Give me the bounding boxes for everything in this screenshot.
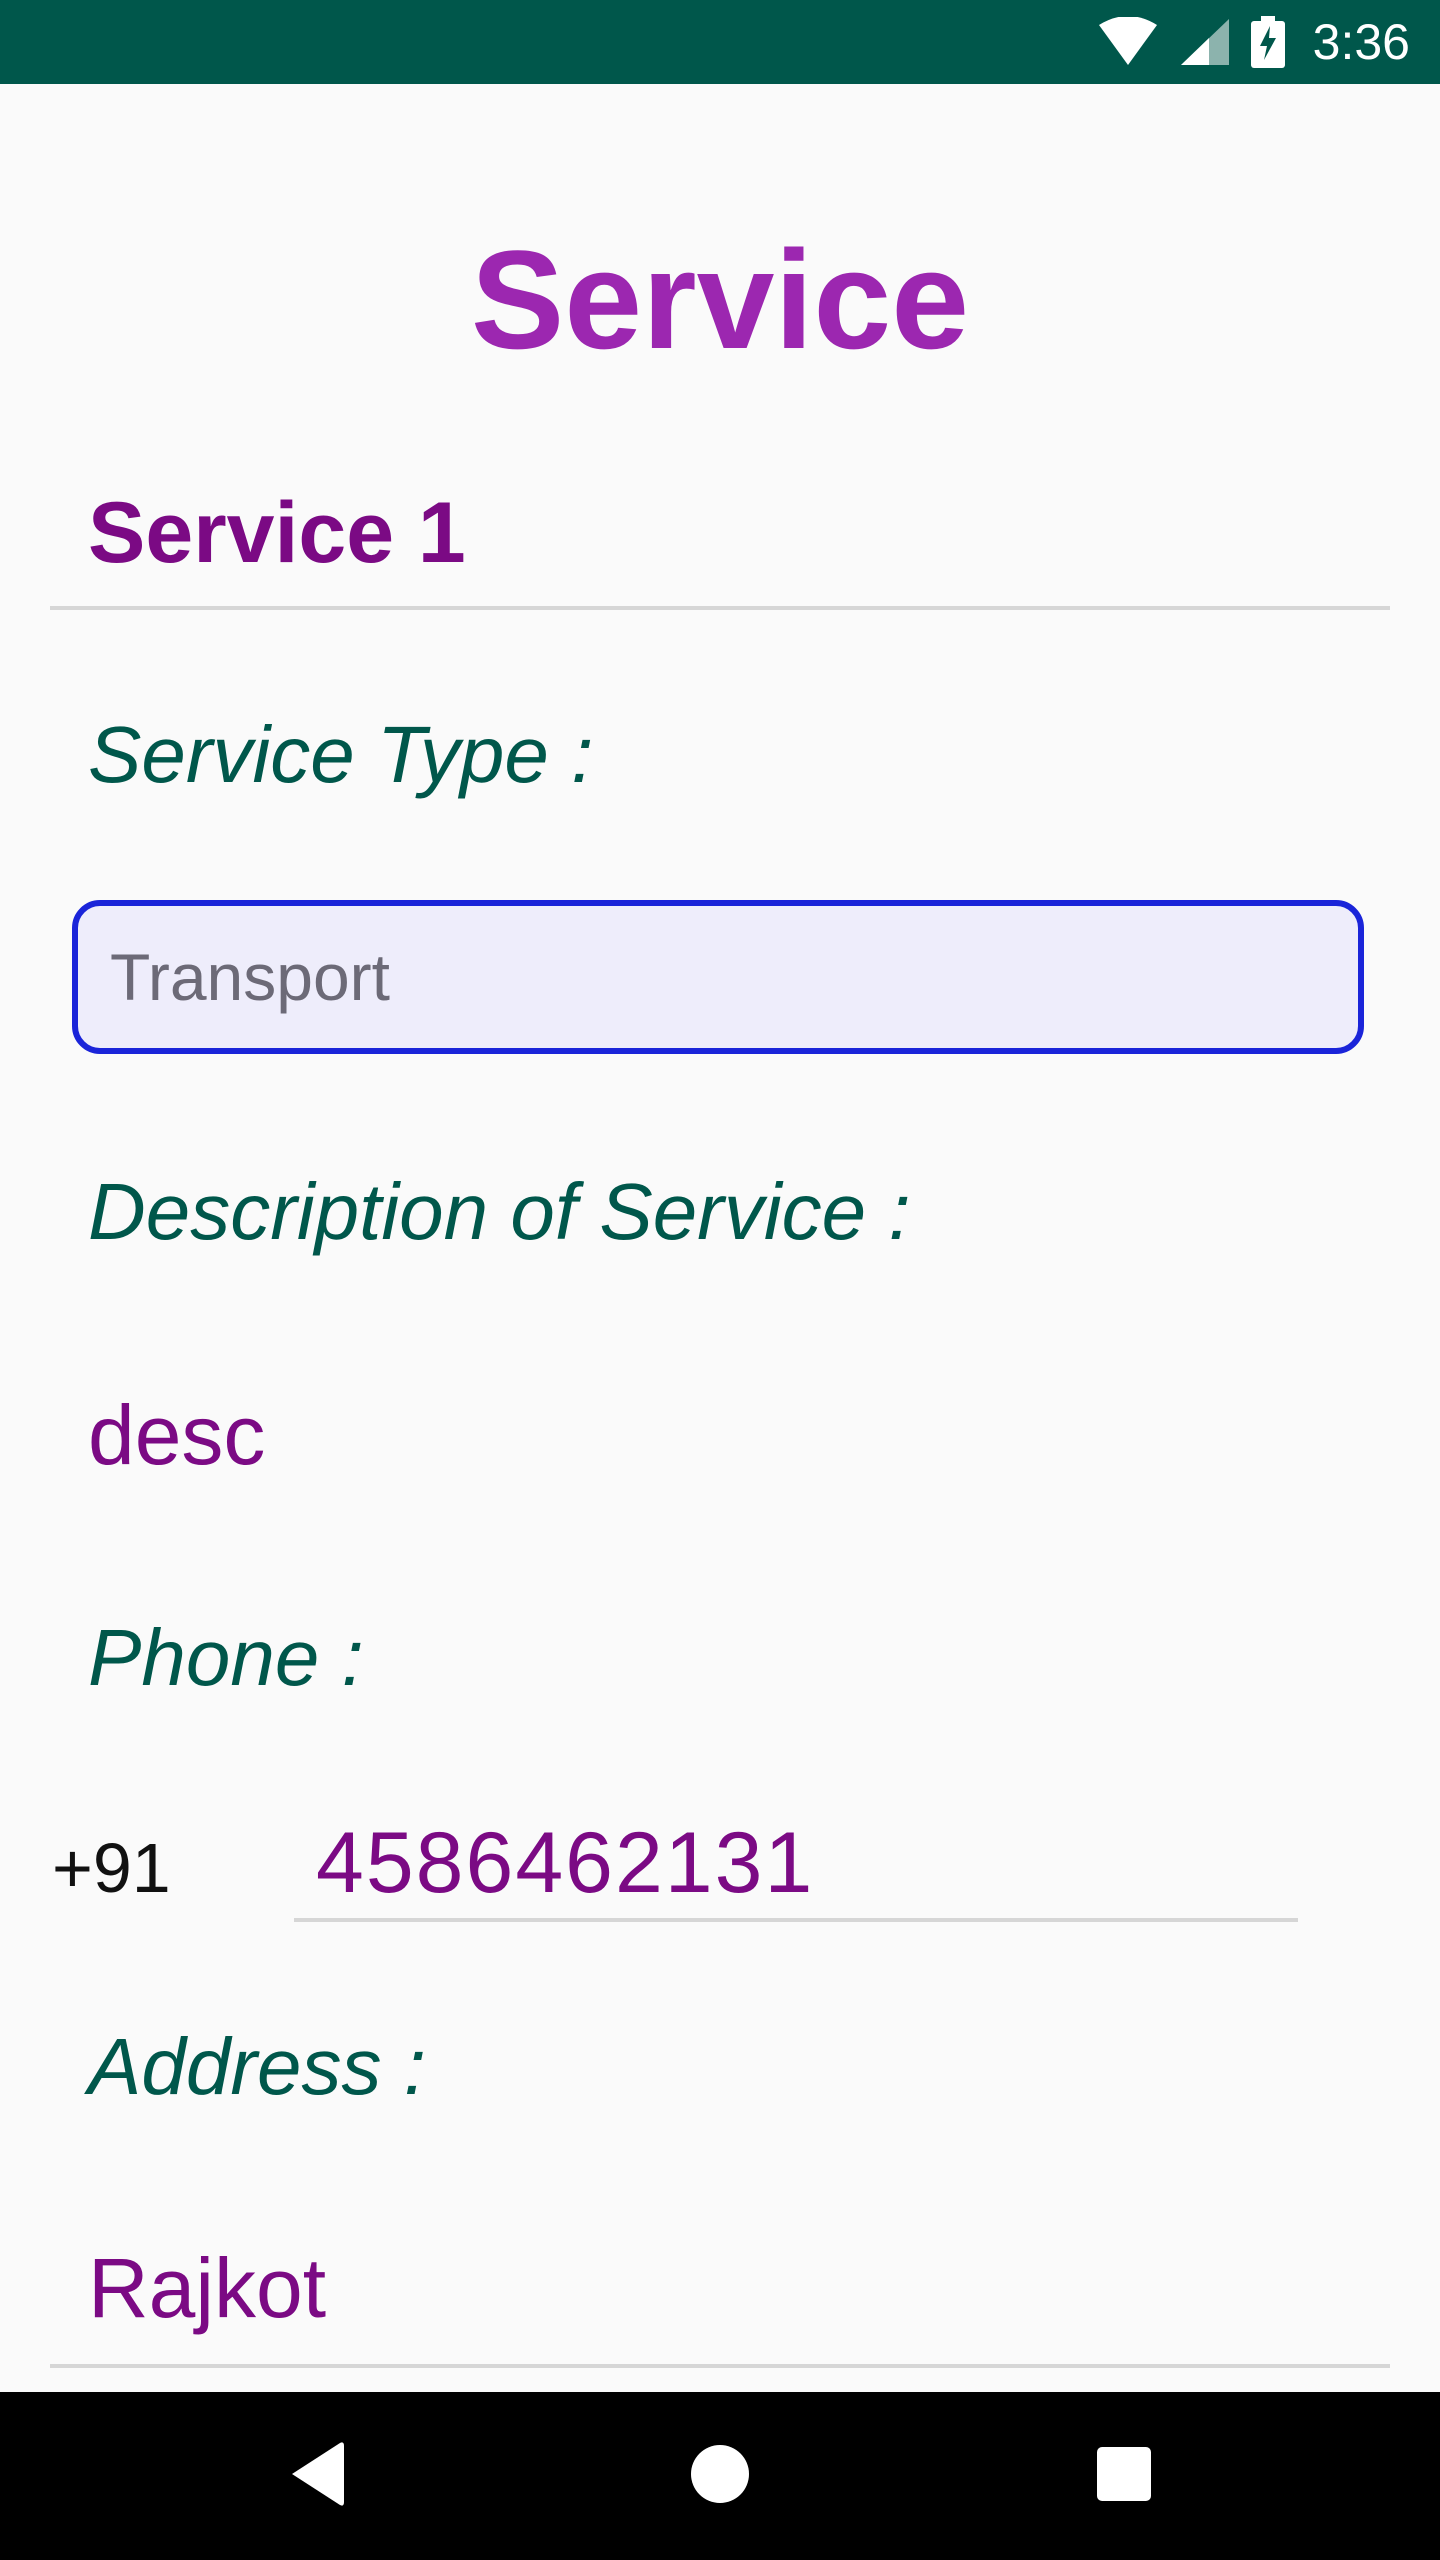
- phone-field[interactable]: 4586462131: [316, 1808, 814, 1918]
- page-title: Service: [470, 221, 970, 378]
- home-button[interactable]: [636, 2392, 804, 2560]
- status-icons: 3:36: [1097, 0, 1410, 84]
- back-icon: [284, 2439, 348, 2514]
- navigation-bar: [0, 2392, 1440, 2560]
- cell-signal-icon: [1179, 17, 1231, 67]
- service-name-divider: [50, 606, 1390, 610]
- status-clock: 3:36: [1312, 14, 1410, 70]
- description-label: Description of Service :: [88, 1167, 911, 1256]
- service-type-field[interactable]: Transport: [72, 900, 1364, 1054]
- recents-button[interactable]: [1040, 2392, 1208, 2560]
- address-divider: [50, 2364, 1390, 2368]
- address-label: Address :: [88, 2022, 426, 2111]
- status-bar: 3:36: [0, 0, 1440, 84]
- service-name: Service 1: [88, 485, 466, 581]
- address-value: Rajkot: [88, 2241, 327, 2335]
- battery-charging-icon: [1250, 16, 1285, 68]
- service-type-value: Transport: [110, 940, 390, 1014]
- service-type-label: Service Type :: [88, 710, 594, 799]
- wifi-icon: [1097, 17, 1159, 67]
- description-value: desc: [88, 1388, 266, 1482]
- phone-field-underline: [294, 1918, 1298, 1922]
- back-button[interactable]: [232, 2392, 400, 2560]
- screen: 3:36 Service Service 1 Service Type : Tr…: [0, 0, 1440, 2560]
- home-icon: [690, 2444, 750, 2509]
- country-code: +91: [52, 1829, 171, 1907]
- phone-label: Phone :: [88, 1613, 364, 1702]
- recents-icon: [1096, 2446, 1152, 2507]
